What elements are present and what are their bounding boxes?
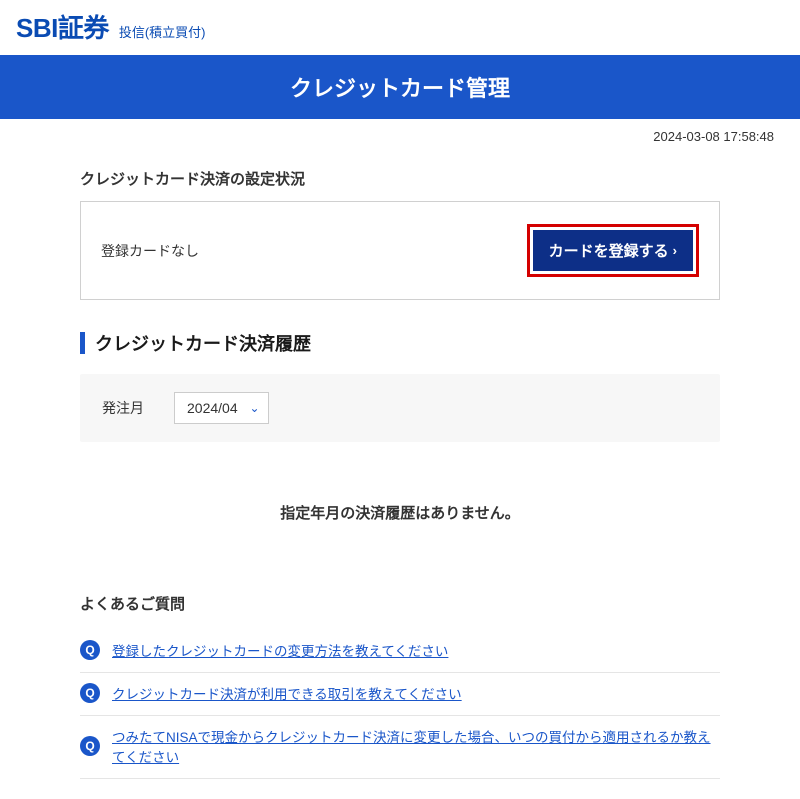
- faq-item: Q 登録したクレジットカードの変更方法を教えてください: [80, 630, 720, 673]
- header: SBI証券 投信(積立買付): [0, 0, 800, 55]
- q-badge-icon: Q: [80, 736, 100, 756]
- month-select-value: 2024/04: [187, 400, 238, 416]
- faq-link[interactable]: 登録したクレジットカードの変更方法を教えてください: [112, 640, 448, 660]
- status-section-title: クレジットカード決済の設定状況: [80, 168, 720, 189]
- card-status-box: 登録カードなし カードを登録する ›: [80, 201, 720, 300]
- card-status-text: 登録カードなし: [101, 241, 199, 261]
- history-filter-row: 発注月 2024/04 ⌄: [80, 374, 720, 442]
- main-content: クレジットカード決済の設定状況 登録カードなし カードを登録する › クレジット…: [0, 144, 800, 799]
- chevron-down-icon: ⌄: [250, 401, 260, 415]
- history-heading-text: クレジットカード決済履歴: [95, 330, 311, 356]
- page-title-bar: クレジットカード管理: [0, 55, 800, 119]
- register-card-button[interactable]: カードを登録する ›: [533, 230, 693, 271]
- faq-link[interactable]: つみたてNISAで現金からクレジットカード決済に変更した場合、いつの買付から適用…: [112, 726, 720, 766]
- chevron-right-icon: ›: [673, 243, 677, 258]
- faq-link[interactable]: クレジットカード決済が利用できる取引を教えてください: [112, 683, 462, 703]
- heading-accent-bar: [80, 332, 85, 354]
- register-button-highlight: カードを登録する ›: [527, 224, 699, 277]
- timestamp: 2024-03-08 17:58:48: [0, 119, 800, 144]
- no-history-message: 指定年月の決済履歴はありません。: [80, 502, 720, 523]
- faq-heading: よくあるご質問: [80, 593, 720, 614]
- month-select[interactable]: 2024/04 ⌄: [174, 392, 269, 424]
- faq-item: Q つみたてNISAで現金からクレジットカード決済に変更した場合、いつの買付から…: [80, 716, 720, 779]
- q-badge-icon: Q: [80, 683, 100, 703]
- register-button-label: カードを登録する: [549, 240, 669, 261]
- filter-label: 発注月: [102, 398, 144, 418]
- history-heading: クレジットカード決済履歴: [80, 330, 720, 356]
- faq-item: Q クレジットカード決済が利用できる取引を教えてください: [80, 673, 720, 716]
- logo: SBI証券: [16, 8, 109, 45]
- logo-subtitle: 投信(積立買付): [119, 22, 206, 41]
- q-badge-icon: Q: [80, 640, 100, 660]
